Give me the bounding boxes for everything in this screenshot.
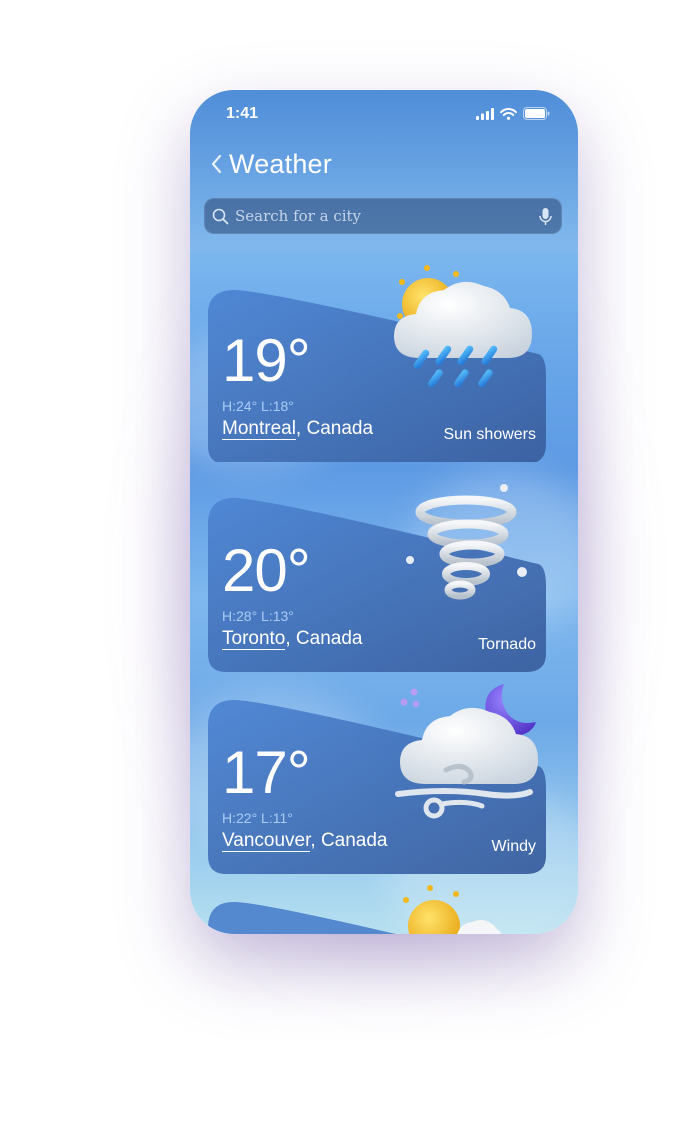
weather-card-montreal[interactable]: 19° H:24° L:18° Montreal, Canada Sun sho…	[208, 265, 546, 462]
navigation-bar: Weather	[204, 146, 332, 182]
temperature: 19°	[222, 327, 311, 394]
status-icons	[476, 107, 550, 120]
location: Montreal, Canada	[222, 418, 373, 440]
country: , Canada	[285, 628, 363, 649]
weather-card-vancouver[interactable]: 17° H:22° L:11° Vancouver, Canada Windy	[208, 684, 546, 874]
high-low: H:22° L:11°	[222, 810, 293, 826]
city-link[interactable]: Montreal	[222, 418, 296, 440]
page-title: Weather	[229, 148, 332, 179]
search-input[interactable]	[229, 206, 539, 226]
high-low: H:28° L:13°	[222, 608, 294, 624]
search-icon	[212, 208, 229, 225]
back-button[interactable]	[204, 149, 228, 179]
location: Toronto, Canada	[222, 628, 363, 650]
country: , Canada	[310, 830, 388, 851]
country: , Canada	[295, 418, 374, 439]
sun-shower-icon	[394, 265, 532, 388]
status-time: 1:41	[226, 105, 259, 122]
chevron-left-icon	[211, 154, 222, 174]
signal-icon	[476, 107, 494, 120]
temperature: 20°	[222, 537, 311, 604]
condition: Tornado	[478, 636, 536, 653]
wifi-icon	[500, 107, 517, 120]
partly-cloudy-icon	[403, 885, 502, 934]
windy-moon-icon	[395, 684, 538, 819]
phone-screen: 1:41 Weather Search for a city 19° H:24°…	[190, 90, 578, 934]
battery-icon	[523, 107, 550, 120]
condition: Sun showers	[443, 426, 537, 443]
weather-card-partial[interactable]	[208, 885, 546, 934]
temperature: 17°	[222, 739, 311, 806]
city-link[interactable]: Vancouver	[222, 830, 311, 852]
weather-card-toronto[interactable]: 20° H:28° L:13° Toronto, Canada Tornado	[208, 484, 546, 672]
status-bar: 1:41	[190, 90, 578, 138]
high-low: H:24° L:18°	[222, 398, 294, 414]
microphone-icon[interactable]	[539, 207, 552, 226]
location: Vancouver, Canada	[222, 830, 388, 852]
city-link[interactable]: Toronto	[222, 628, 286, 650]
search-bar[interactable]	[204, 198, 562, 234]
tornado-icon	[406, 484, 527, 600]
condition: Windy	[491, 838, 536, 855]
